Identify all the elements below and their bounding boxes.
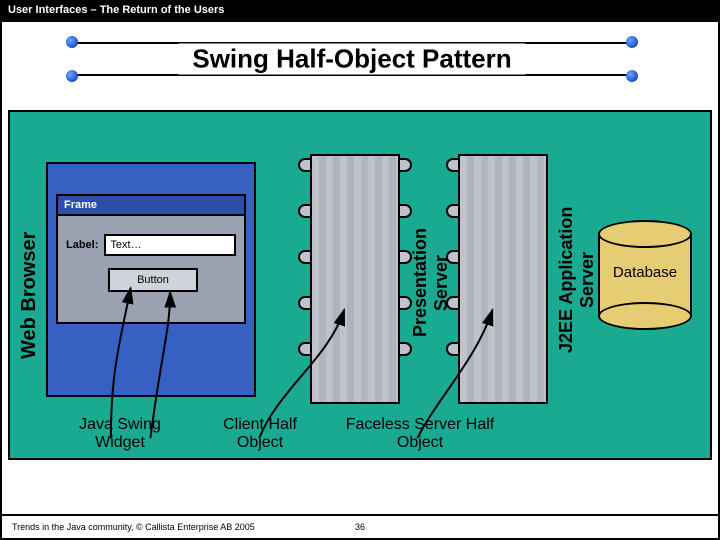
title-banner: Swing Half-Object Pattern	[72, 36, 632, 82]
page-number: 36	[355, 522, 365, 532]
database-cylinder: Database	[598, 220, 692, 330]
bullet-icon	[626, 36, 638, 48]
browser-box: Frame Label: Text… Button	[46, 162, 256, 397]
field-label: Label:	[66, 239, 98, 251]
frame-titlebar: Frame	[56, 194, 246, 216]
text-field[interactable]: Text…	[104, 234, 236, 256]
caption-faceless-server-half-object: Faceless Server Half Object	[340, 416, 500, 451]
caption-client-half-object: Client Half Object	[200, 416, 320, 451]
button-widget[interactable]: Button	[108, 268, 198, 292]
bullet-icon	[66, 36, 78, 48]
bullet-icon	[626, 70, 638, 82]
diagram-area: Web Browser Frame Label: Text… Button Pr…	[8, 110, 712, 460]
frame-box: Frame Label: Text… Button	[56, 194, 246, 324]
slide-footer: Trends in the Java community, © Callista…	[2, 516, 718, 538]
presentation-topbar: User Interfaces – The Return of the User…	[0, 0, 720, 22]
server-half-object-box	[458, 154, 548, 404]
client-half-object-box	[310, 154, 400, 404]
slide-title: Swing Half-Object Pattern	[178, 44, 525, 75]
label-web-browser: Web Browser	[18, 200, 41, 390]
bullet-icon	[66, 70, 78, 82]
caption-java-swing-widget: Java Swing Widget	[60, 416, 180, 451]
label-database: Database	[598, 264, 692, 281]
label-j2ee-server: J2EE Application Server	[556, 152, 598, 407]
slide-body: Swing Half-Object Pattern Web Browser Fr…	[2, 22, 718, 514]
footer-copyright: Trends in the Java community, © Callista…	[12, 522, 255, 532]
